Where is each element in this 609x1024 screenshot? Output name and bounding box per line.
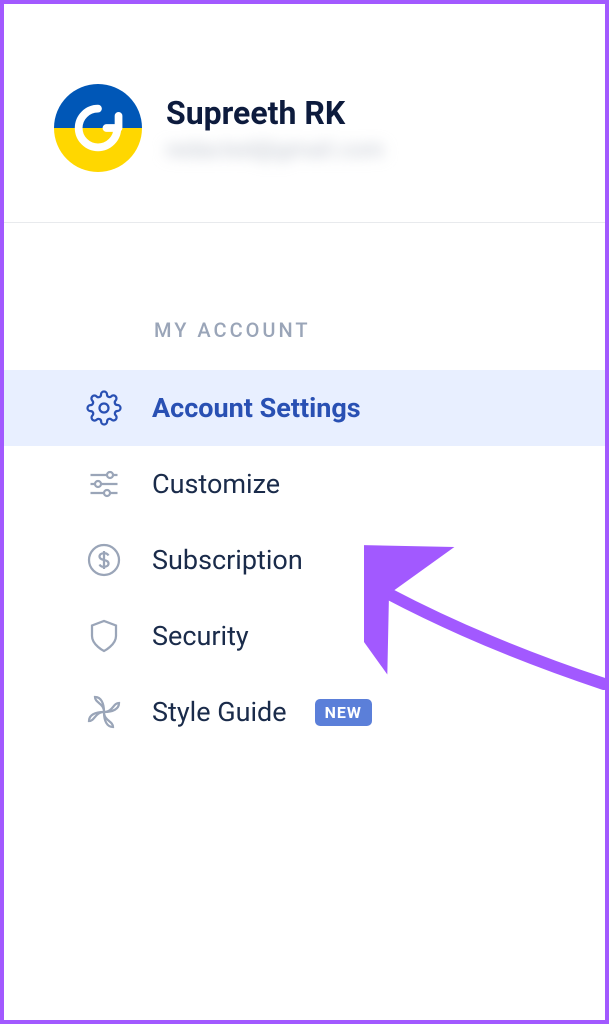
- pinwheel-icon: [84, 692, 124, 732]
- profile-email: redacted@gmail.com: [166, 138, 384, 163]
- menu-item-security[interactable]: Security: [4, 598, 605, 674]
- gear-icon: [84, 388, 124, 428]
- menu-label: Customize: [152, 468, 280, 500]
- dollar-icon: [84, 540, 124, 580]
- menu-label: Security: [152, 620, 249, 652]
- menu-label: Account Settings: [152, 392, 361, 424]
- sliders-icon: [84, 464, 124, 504]
- sidebar-menu: Account Settings Customize: [4, 370, 605, 750]
- menu-label: Subscription: [152, 544, 303, 576]
- shield-icon: [84, 616, 124, 656]
- profile-header: Supreeth RK redacted@gmail.com: [44, 44, 565, 222]
- section-header: MY ACCOUNT: [154, 318, 565, 342]
- profile-name: Supreeth RK: [166, 94, 384, 132]
- avatar[interactable]: [54, 84, 142, 172]
- divider: [4, 222, 605, 223]
- menu-item-customize[interactable]: Customize: [4, 446, 605, 522]
- menu-item-subscription[interactable]: Subscription: [4, 522, 605, 598]
- menu-item-style-guide[interactable]: Style Guide NEW: [4, 674, 605, 750]
- new-badge: NEW: [315, 699, 372, 726]
- menu-item-account-settings[interactable]: Account Settings: [4, 370, 605, 446]
- grammarly-logo-icon: [69, 99, 127, 157]
- menu-label: Style Guide: [152, 696, 287, 728]
